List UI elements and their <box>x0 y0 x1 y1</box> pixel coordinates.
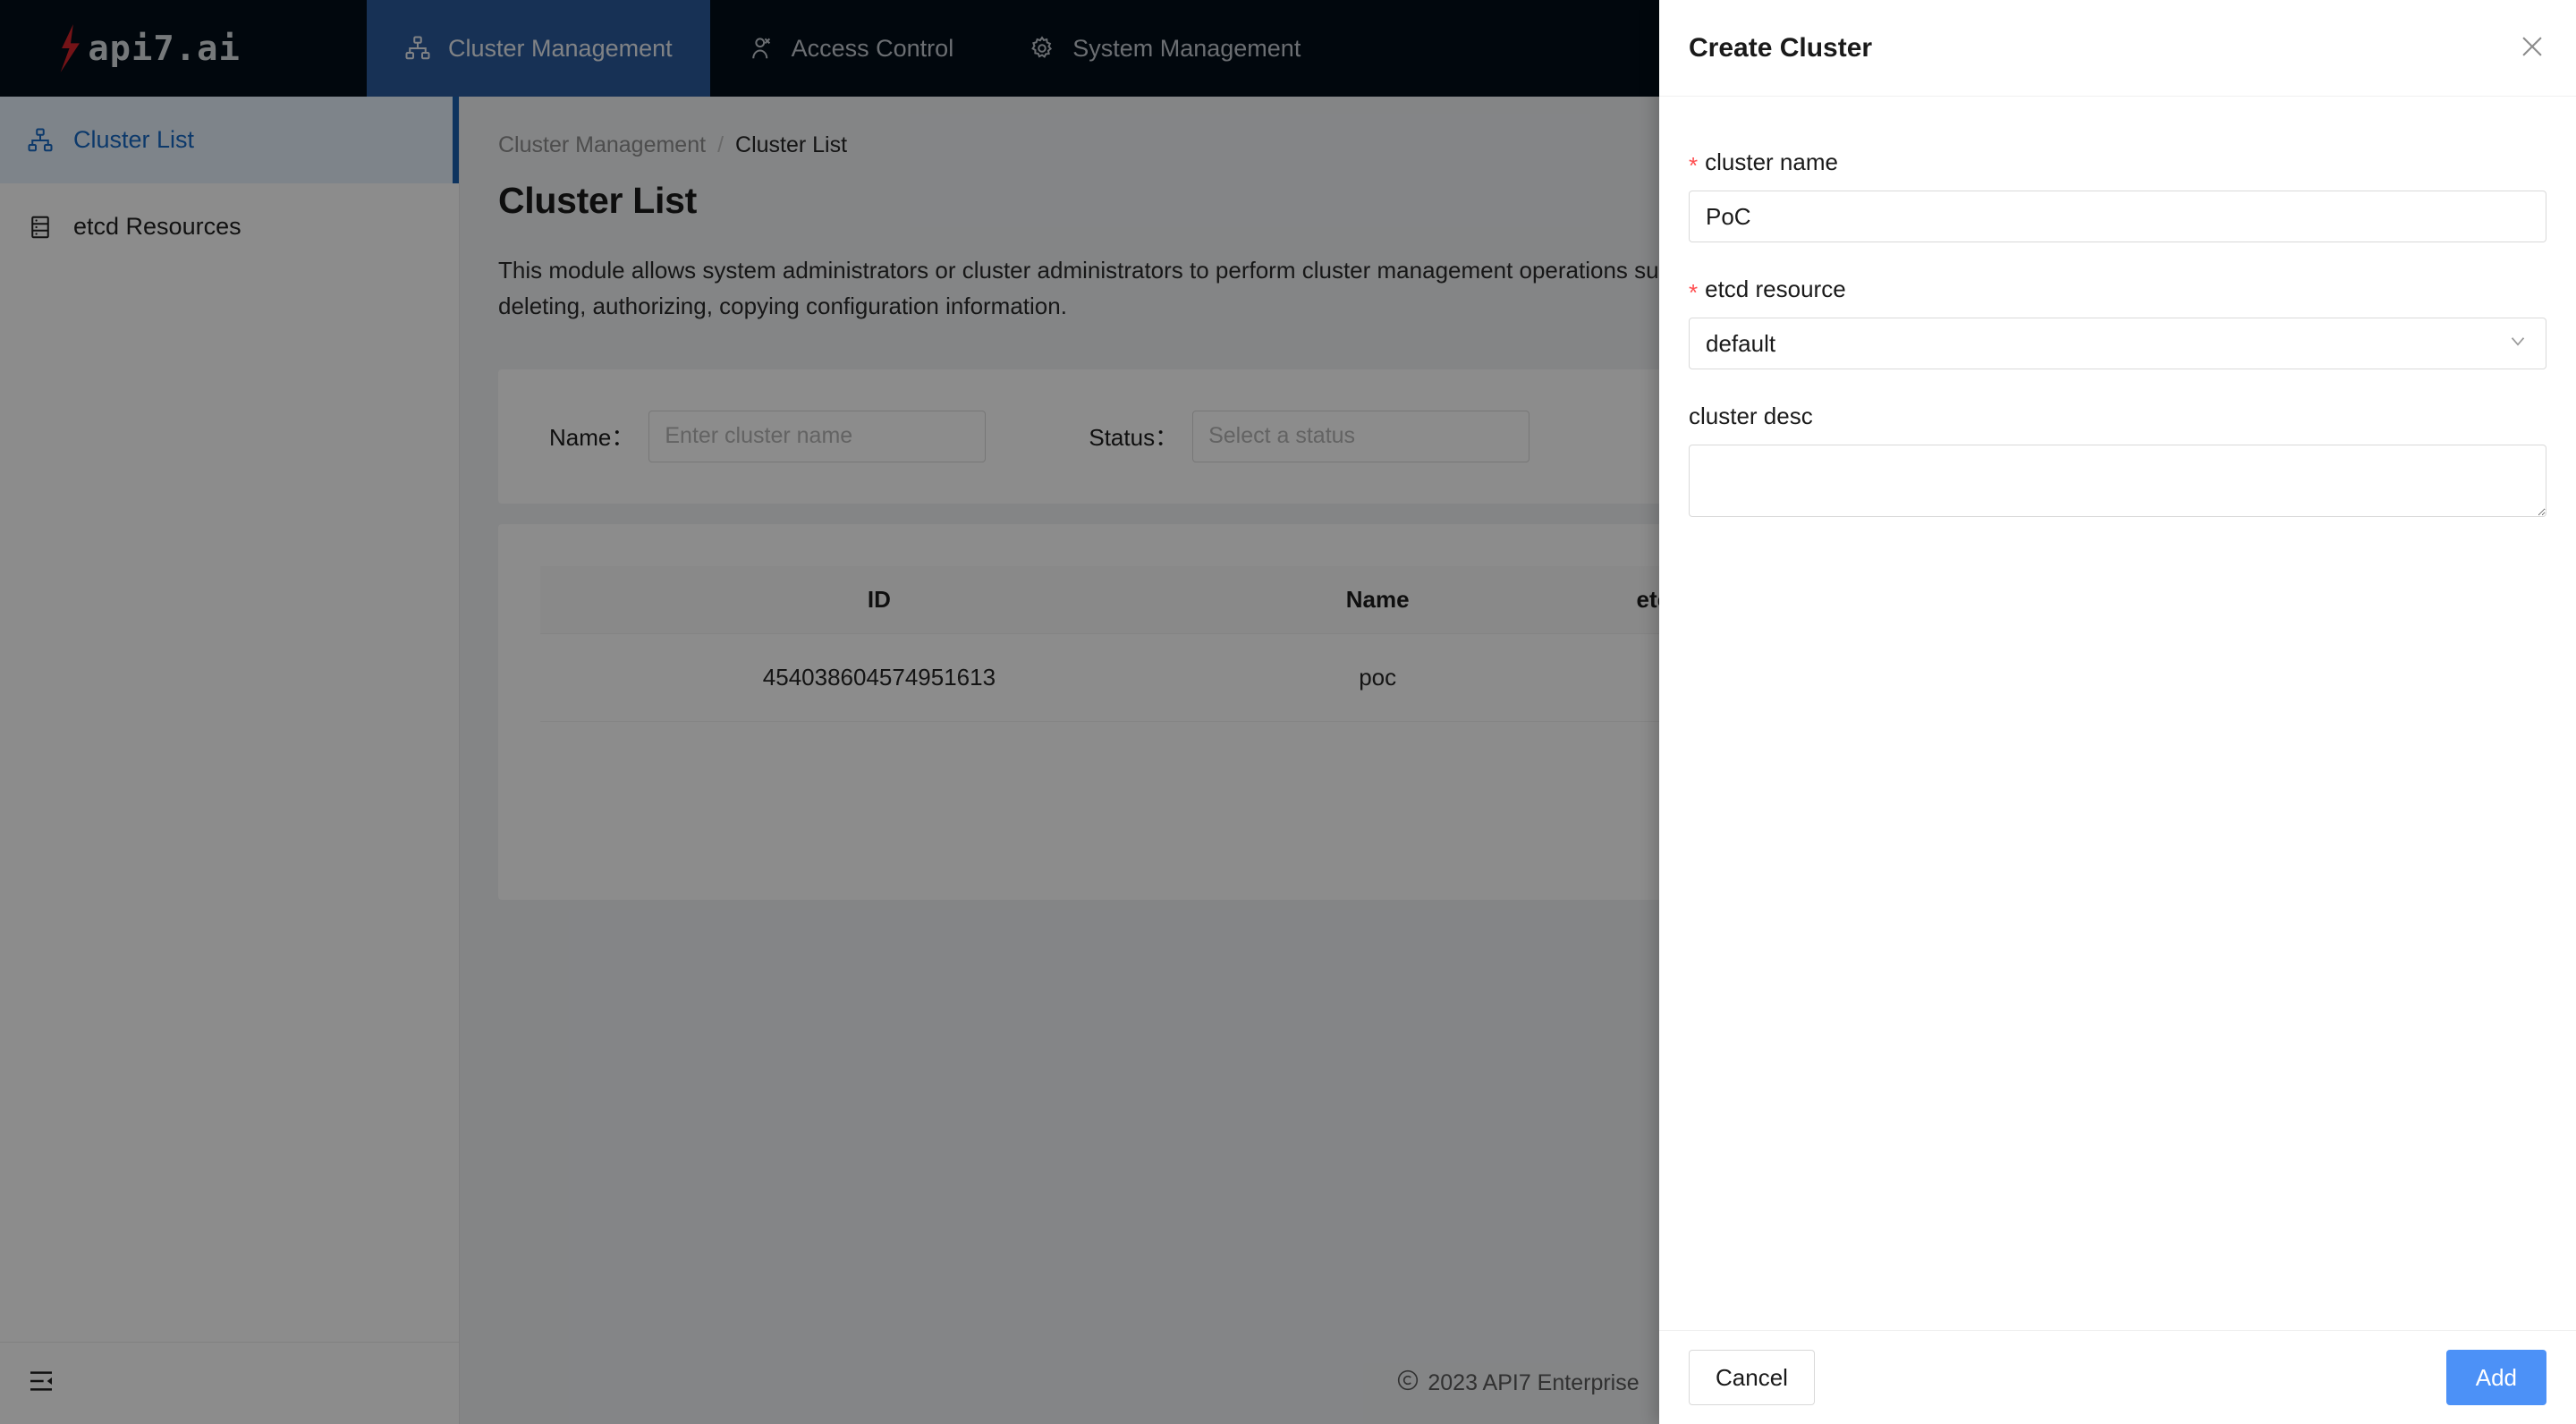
etcd-resource-selected-value: default <box>1706 329 1776 357</box>
close-button[interactable] <box>2509 25 2555 72</box>
cancel-button[interactable]: Cancel <box>1689 1350 1815 1405</box>
cluster-name-input[interactable] <box>1689 191 2546 242</box>
create-cluster-drawer: Create Cluster * cluster name * etcd res… <box>1659 0 2576 1424</box>
drawer-footer: Cancel Add <box>1659 1330 2576 1424</box>
required-marker: * <box>1689 279 1699 306</box>
cluster-name-label: cluster name <box>1705 148 1838 175</box>
form-item-cluster-desc: cluster desc <box>1689 403 2546 517</box>
cluster-desc-label: cluster desc <box>1689 403 1813 429</box>
cluster-name-label-row: * cluster name <box>1689 148 2546 179</box>
close-icon <box>2517 31 2547 64</box>
cluster-desc-label-row: cluster desc <box>1689 403 2546 430</box>
etcd-resource-label: etcd resource <box>1705 275 1846 302</box>
chevron-down-icon <box>2506 329 2529 359</box>
drawer-header: Create Cluster <box>1659 0 2576 97</box>
form-item-cluster-name: * cluster name <box>1689 148 2546 242</box>
cluster-desc-textarea[interactable] <box>1689 445 2546 517</box>
drawer-title: Create Cluster <box>1689 32 1873 63</box>
etcd-resource-label-row: * etcd resource <box>1689 275 2546 306</box>
drawer-body: * cluster name * etcd resource default <box>1659 97 2576 1330</box>
etcd-resource-select[interactable]: default <box>1689 318 2546 369</box>
form-item-etcd-resource: * etcd resource default <box>1689 275 2546 369</box>
required-marker: * <box>1689 152 1699 179</box>
add-button[interactable]: Add <box>2445 1350 2546 1405</box>
